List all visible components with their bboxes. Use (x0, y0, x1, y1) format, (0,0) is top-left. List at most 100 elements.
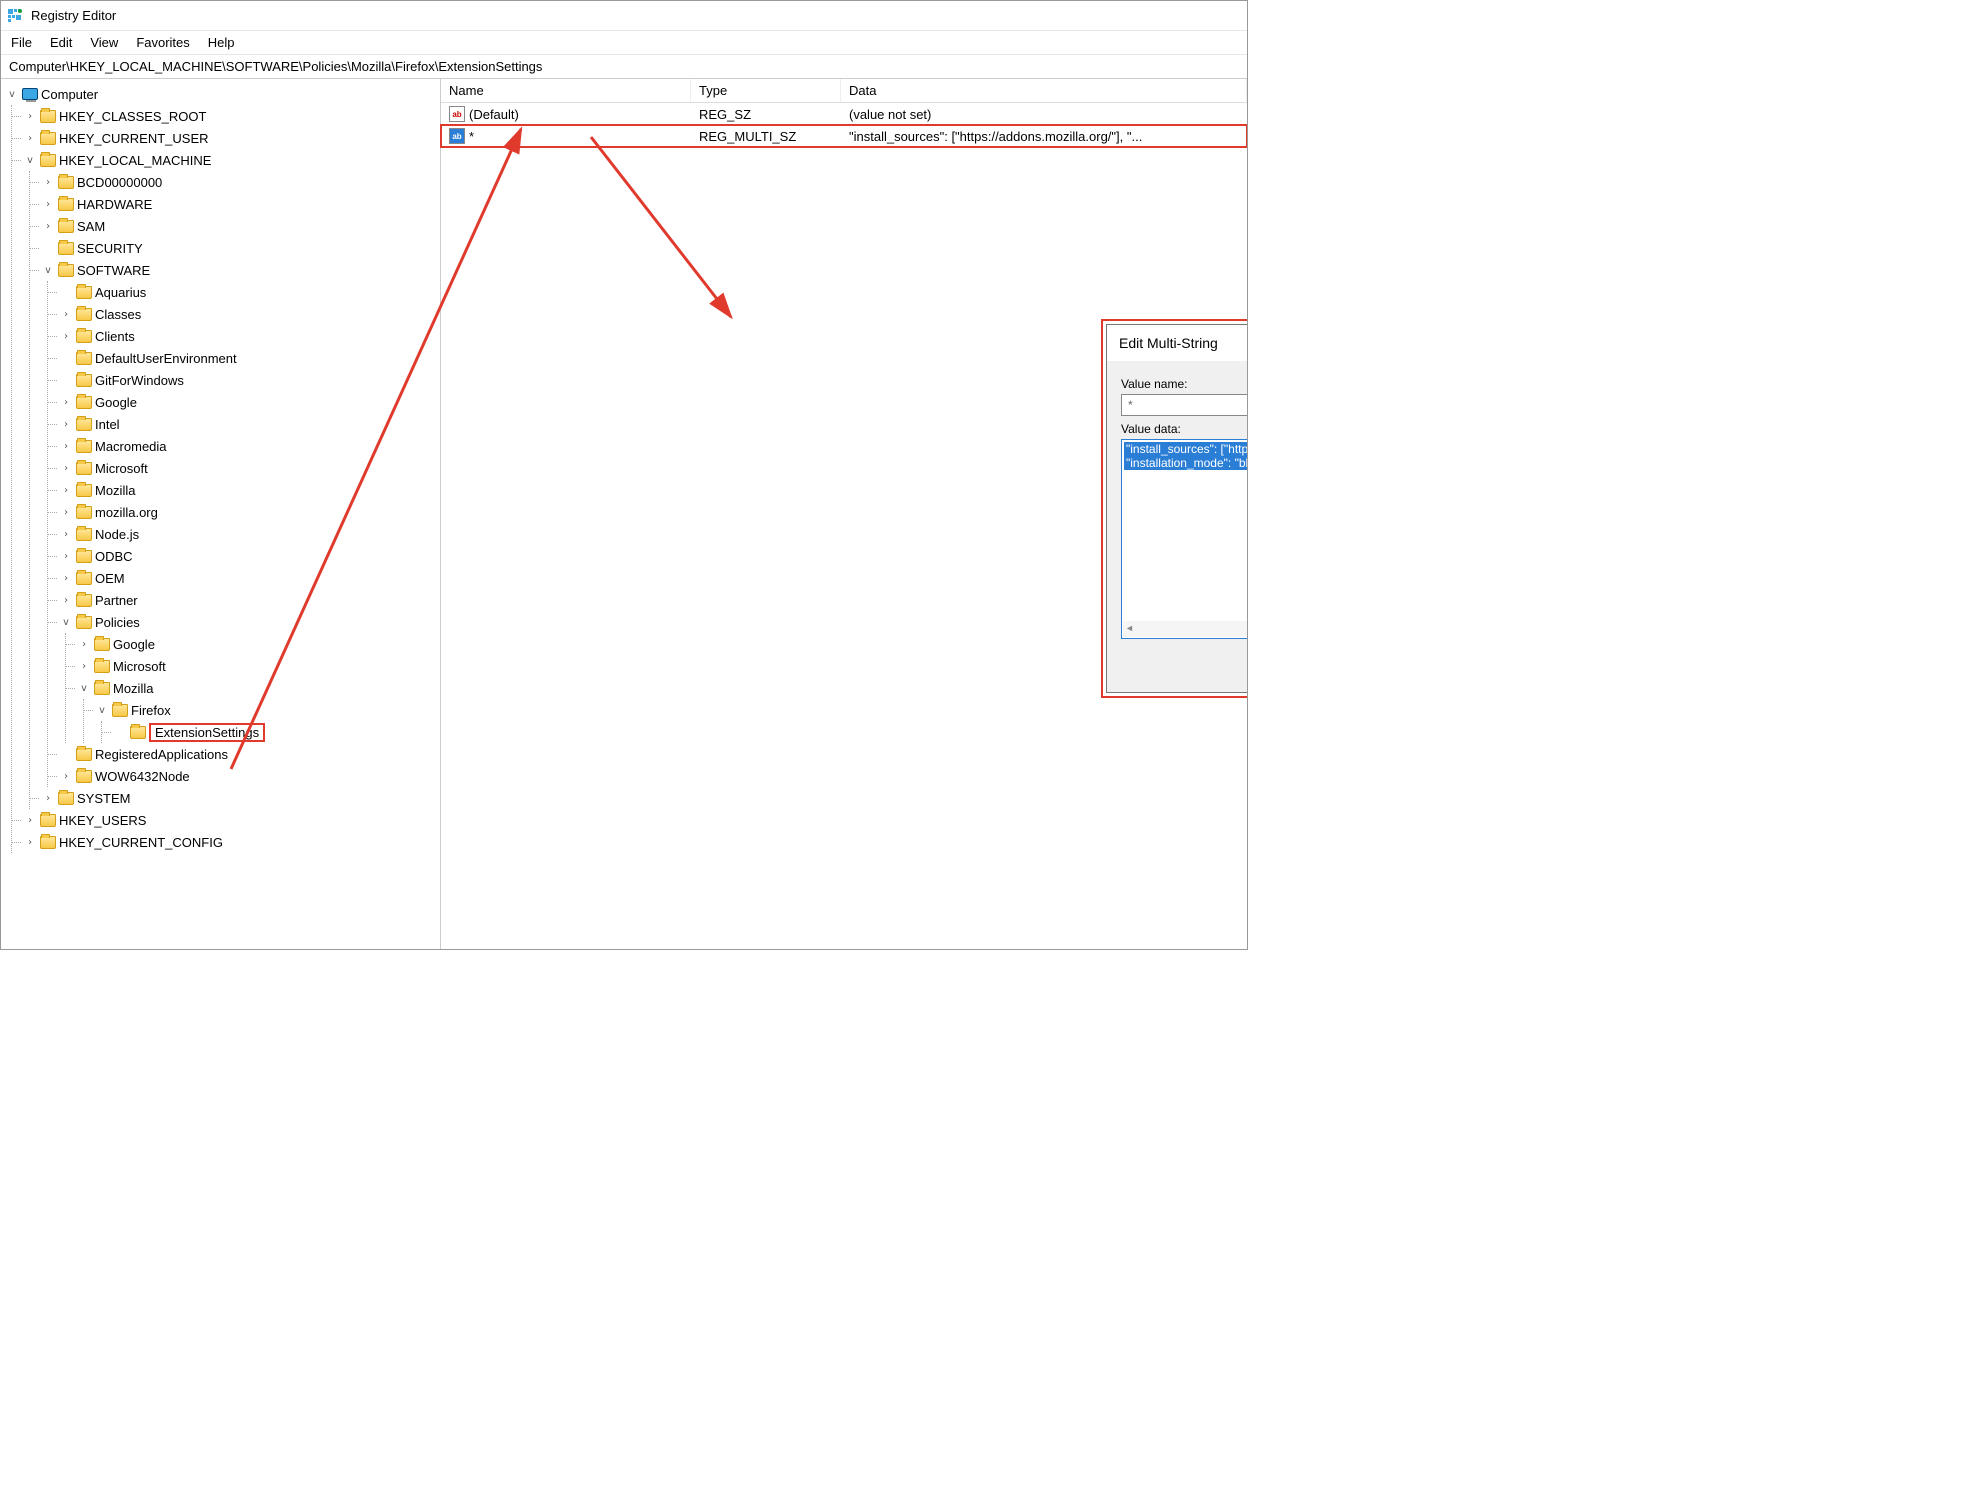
tree-pane[interactable]: v Computer ›HKEY_CLASSES_ROOT ›HKEY_CURR… (1, 79, 441, 949)
tree-node-firefox[interactable]: vFirefox (95, 699, 440, 721)
tree-node-clients[interactable]: ›Clients (59, 325, 440, 347)
chevron-right-icon[interactable]: › (59, 331, 73, 342)
value-row-default[interactable]: (Default) REG_SZ (value not set) (441, 103, 1247, 125)
chevron-right-icon[interactable]: › (59, 463, 73, 474)
tree-node-hkcu[interactable]: ›HKEY_CURRENT_USER (23, 127, 440, 149)
chevron-down-icon[interactable]: v (59, 617, 73, 628)
menu-favorites[interactable]: Favorites (136, 35, 189, 50)
tree-node-policies-google[interactable]: ›Google (77, 633, 440, 655)
value-data-textarea[interactable]: "install_sources": ["https://addons.mozi… (1121, 439, 1247, 639)
chevron-right-icon[interactable]: › (41, 199, 55, 210)
tree-node-nodejs[interactable]: ›Node.js (59, 523, 440, 545)
tree-node-security[interactable]: SECURITY (41, 237, 440, 259)
tree-node-intel[interactable]: ›Intel (59, 413, 440, 435)
tree-node-macromedia[interactable]: ›Macromedia (59, 435, 440, 457)
tree-node-bcd[interactable]: ›BCD00000000 (41, 171, 440, 193)
tree-node-extensionsettings[interactable]: ExtensionSettings (113, 721, 440, 743)
tree-node-policies[interactable]: vPolicies (59, 611, 440, 633)
chevron-down-icon[interactable]: v (5, 89, 19, 100)
folder-icon (130, 726, 146, 739)
chevron-right-icon[interactable]: › (59, 441, 73, 452)
tree-node-policies-mozilla[interactable]: vMozilla (77, 677, 440, 699)
tree-node-software[interactable]: vSOFTWARE (41, 259, 440, 281)
tree-node-oem[interactable]: ›OEM (59, 567, 440, 589)
tree-node-default-user-env[interactable]: DefaultUserEnvironment (59, 347, 440, 369)
address-bar[interactable]: Computer\HKEY_LOCAL_MACHINE\SOFTWARE\Pol… (1, 55, 1247, 79)
chevron-right-icon[interactable]: › (59, 529, 73, 540)
chevron-right-icon[interactable]: › (23, 133, 37, 144)
chevron-right-icon[interactable]: › (59, 419, 73, 430)
chevron-down-icon[interactable]: v (23, 155, 37, 166)
chevron-down-icon[interactable]: v (95, 705, 109, 716)
folder-icon (76, 374, 92, 387)
chevron-right-icon[interactable]: › (23, 111, 37, 122)
tree-node-sam[interactable]: ›SAM (41, 215, 440, 237)
folder-icon (76, 594, 92, 607)
chevron-right-icon[interactable]: › (23, 837, 37, 848)
column-data[interactable]: Data (841, 79, 1247, 102)
value-list-pane: Name Type Data (Default) REG_SZ (value n… (441, 79, 1247, 949)
folder-icon (76, 286, 92, 299)
tree-node-hklm[interactable]: vHKEY_LOCAL_MACHINE (23, 149, 440, 171)
menu-help[interactable]: Help (208, 35, 235, 50)
tree-node-hku[interactable]: ›HKEY_USERS (23, 809, 440, 831)
tree-node-google[interactable]: ›Google (59, 391, 440, 413)
chevron-right-icon[interactable]: › (59, 397, 73, 408)
chevron-down-icon[interactable]: v (77, 683, 91, 694)
chevron-right-icon[interactable]: › (59, 573, 73, 584)
tree-node-partner[interactable]: ›Partner (59, 589, 440, 611)
chevron-right-icon[interactable]: › (59, 771, 73, 782)
chevron-right-icon[interactable]: › (41, 177, 55, 188)
menu-view[interactable]: View (90, 35, 118, 50)
tree-node-policies-microsoft[interactable]: ›Microsoft (77, 655, 440, 677)
chevron-right-icon[interactable]: › (59, 595, 73, 606)
chevron-right-icon[interactable]: › (59, 507, 73, 518)
chevron-right-icon[interactable]: › (77, 639, 91, 650)
tree-node-computer[interactable]: v Computer (5, 83, 440, 105)
tree-node-hardware[interactable]: ›HARDWARE (41, 193, 440, 215)
tree-node-wow6432[interactable]: ›WOW6432Node (59, 765, 440, 787)
value-name-field: * (1121, 394, 1247, 416)
folder-icon (58, 198, 74, 211)
tree-node-gitforwindows[interactable]: GitForWindows (59, 369, 440, 391)
folder-icon (76, 308, 92, 321)
tree-node-mozilla-org[interactable]: ›mozilla.org (59, 501, 440, 523)
tree-node-hkcc[interactable]: ›HKEY_CURRENT_CONFIG (23, 831, 440, 853)
scrollbar-horizontal[interactable] (1123, 621, 1247, 637)
tree-node-aquarius[interactable]: Aquarius (59, 281, 440, 303)
chevron-right-icon[interactable]: › (77, 661, 91, 672)
tree-node-odbc[interactable]: ›ODBC (59, 545, 440, 567)
window-title: Registry Editor (31, 8, 116, 23)
value-row-asterisk[interactable]: * REG_MULTI_SZ "install_sources": ["http… (441, 125, 1247, 147)
tree-node-hkcr[interactable]: ›HKEY_CLASSES_ROOT (23, 105, 440, 127)
chevron-right-icon[interactable]: › (41, 793, 55, 804)
folder-icon (76, 396, 92, 409)
folder-icon (40, 110, 56, 123)
folder-icon (76, 572, 92, 585)
tree-node-mozilla[interactable]: ›Mozilla (59, 479, 440, 501)
menu-file[interactable]: File (11, 35, 32, 50)
chevron-right-icon[interactable]: › (41, 221, 55, 232)
chevron-right-icon[interactable]: › (59, 551, 73, 562)
annotation-arrow-icon (581, 127, 741, 327)
annotation-highlight: Edit Multi-String ✕ Value name: * Value … (1101, 319, 1247, 698)
folder-icon (76, 748, 92, 761)
folder-icon (40, 132, 56, 145)
dialog-title: Edit Multi-String (1119, 335, 1218, 351)
tree-node-microsoft[interactable]: ›Microsoft (59, 457, 440, 479)
tree-node-registered-apps[interactable]: RegisteredApplications (59, 743, 440, 765)
folder-icon (76, 418, 92, 431)
tree-node-system[interactable]: ›SYSTEM (41, 787, 440, 809)
column-type[interactable]: Type (691, 79, 841, 102)
column-name[interactable]: Name (441, 79, 691, 102)
registry-editor-window: Registry Editor File Edit View Favorites… (0, 0, 1248, 950)
chevron-right-icon[interactable]: › (59, 485, 73, 496)
value-name-label: Value name: (1121, 377, 1247, 391)
chevron-right-icon[interactable]: › (23, 815, 37, 826)
folder-icon (76, 616, 92, 629)
tree-node-classes[interactable]: ›Classes (59, 303, 440, 325)
chevron-right-icon[interactable]: › (59, 309, 73, 320)
chevron-down-icon[interactable]: v (41, 265, 55, 276)
computer-icon (22, 88, 38, 100)
menu-edit[interactable]: Edit (50, 35, 72, 50)
